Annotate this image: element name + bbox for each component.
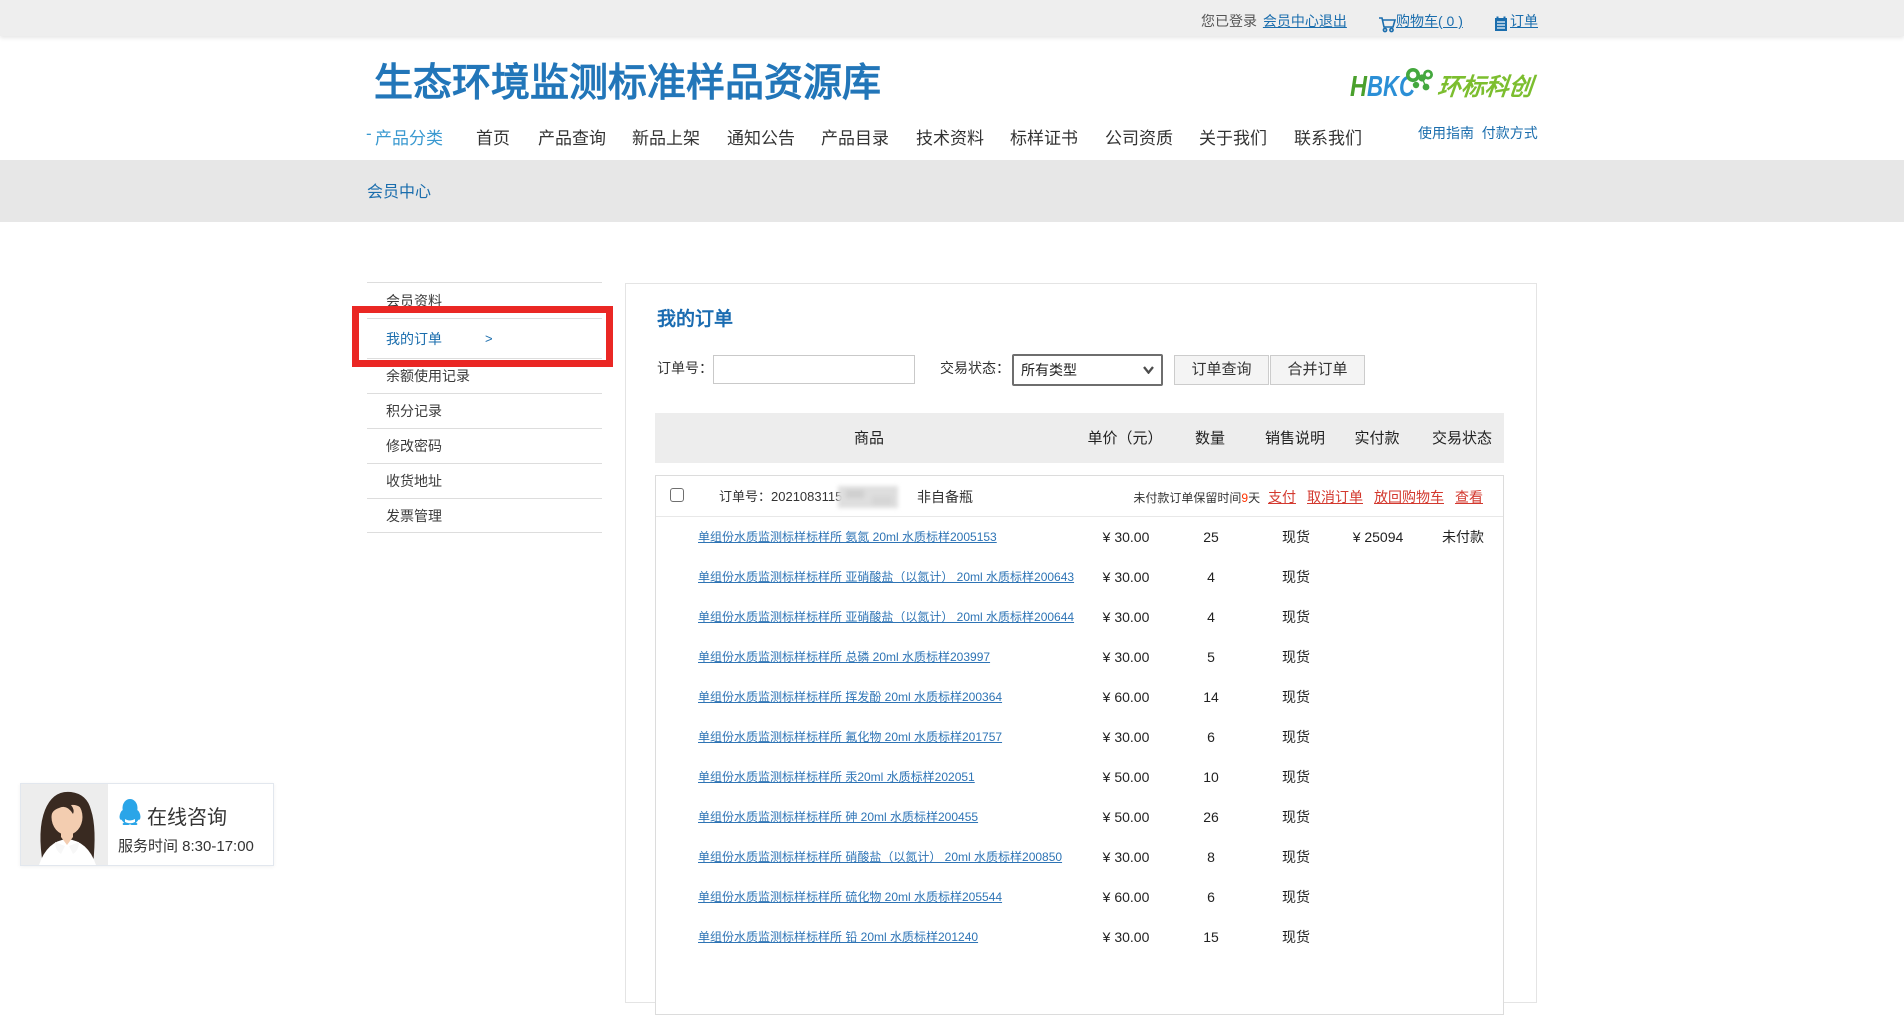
svg-text:环标科创: 环标科创 xyxy=(1436,74,1538,101)
svg-text:H: H xyxy=(1350,71,1368,103)
